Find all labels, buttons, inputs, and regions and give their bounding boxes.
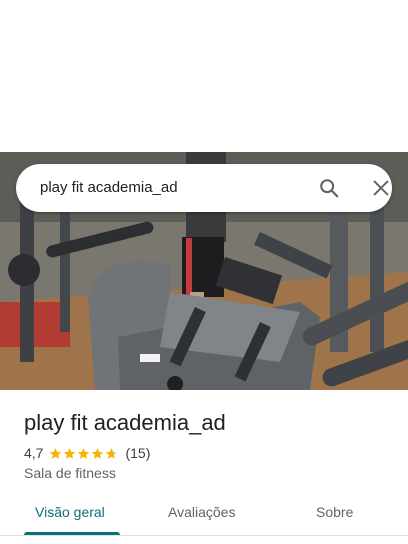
search-bar[interactable]: play fit academia_ad bbox=[16, 164, 392, 212]
star-icon bbox=[64, 447, 76, 459]
star-icon bbox=[78, 447, 90, 459]
rating-stars bbox=[49, 447, 119, 460]
star-icon bbox=[50, 447, 62, 459]
blank-area bbox=[0, 0, 408, 152]
review-count[interactable]: (15) bbox=[125, 445, 150, 461]
tab-about[interactable]: Sobre bbox=[316, 504, 353, 520]
tab-reviews[interactable]: Avaliações bbox=[168, 504, 235, 520]
close-icon[interactable] bbox=[370, 177, 392, 199]
rating-value: 4,7 bbox=[24, 445, 44, 461]
search-icon[interactable] bbox=[318, 177, 340, 199]
tab-bar: Visão geral Avaliações Sobre bbox=[0, 494, 408, 538]
rating-row[interactable]: 4,7 (15) bbox=[24, 444, 150, 462]
tab-overview[interactable]: Visão geral bbox=[35, 504, 105, 520]
star-half-icon bbox=[106, 447, 118, 459]
place-category: Sala de fitness bbox=[24, 465, 116, 481]
place-title: play fit academia_ad bbox=[24, 410, 226, 435]
tabs-divider bbox=[0, 535, 408, 536]
search-query[interactable]: play fit academia_ad bbox=[40, 179, 178, 196]
star-icon bbox=[92, 447, 104, 459]
